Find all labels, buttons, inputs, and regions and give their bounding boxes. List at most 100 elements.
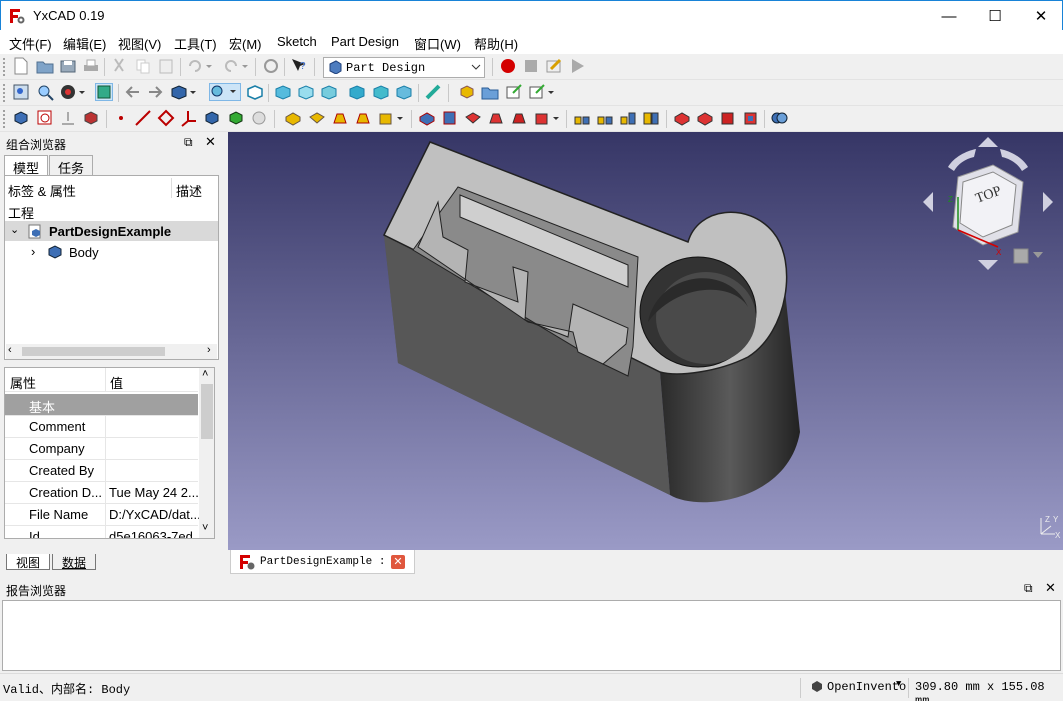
- tree-horizontal-scrollbar[interactable]: ‹ ›: [6, 344, 217, 359]
- record-macro-icon[interactable]: [499, 57, 517, 75]
- redo-icon[interactable]: [222, 57, 240, 75]
- additive-primitive-icon[interactable]: [377, 109, 395, 127]
- scrollbar-thumb[interactable]: [201, 384, 213, 439]
- pad-icon[interactable]: [284, 109, 302, 127]
- draw-style-dropdown-icon[interactable]: [77, 83, 87, 101]
- menu-view[interactable]: 视图(V): [118, 34, 161, 53]
- run-macro-icon[interactable]: [568, 57, 586, 75]
- whats-this-icon[interactable]: ?: [290, 57, 308, 75]
- top-view-icon[interactable]: [297, 83, 315, 101]
- create-group-icon[interactable]: [481, 83, 499, 101]
- cut-icon[interactable]: [110, 57, 128, 75]
- menu-edit[interactable]: 编辑(E): [63, 34, 106, 53]
- polar-pattern-icon[interactable]: [619, 109, 637, 127]
- fit-selection-icon[interactable]: [36, 83, 54, 101]
- pocket-icon[interactable]: [418, 109, 436, 127]
- std-views-dropdown-icon[interactable]: [188, 83, 198, 101]
- close-button[interactable]: ✕: [1018, 1, 1063, 31]
- float-panel-icon[interactable]: ⧉: [1024, 581, 1033, 596]
- thickness-icon[interactable]: [742, 109, 760, 127]
- tree-column-description[interactable]: 描述: [176, 181, 202, 200]
- link-dropdown-icon[interactable]: [546, 83, 556, 101]
- property-row[interactable]: Id d5e16063-7ed...: [5, 526, 201, 538]
- tree-item-body[interactable]: › Body: [5, 242, 218, 262]
- open-folder-icon[interactable]: [36, 57, 54, 75]
- document-tab[interactable]: PartDesignExample : 1 ✕: [230, 550, 415, 574]
- link-actions-icon[interactable]: [528, 83, 546, 101]
- revolution-icon[interactable]: [308, 109, 326, 127]
- property-row[interactable]: Created By: [5, 460, 198, 482]
- front-view-icon[interactable]: [274, 83, 292, 101]
- close-panel-icon[interactable]: ✕: [205, 134, 216, 150]
- paste-icon[interactable]: [157, 57, 175, 75]
- menu-sketch[interactable]: Sketch: [277, 34, 317, 49]
- rear-view-icon[interactable]: [348, 83, 366, 101]
- scroll-up-icon[interactable]: ˄: [202, 368, 208, 380]
- property-value[interactable]: Tue May 24 2...: [109, 485, 201, 500]
- chamfer-icon[interactable]: [696, 109, 714, 127]
- undo-icon[interactable]: [186, 57, 204, 75]
- print-icon[interactable]: [82, 57, 100, 75]
- boolean-icon[interactable]: [770, 109, 788, 127]
- navigation-style-selector[interactable]: OpenInvento: [827, 680, 906, 694]
- additive-loft-icon[interactable]: [331, 109, 349, 127]
- refresh-icon[interactable]: [262, 57, 280, 75]
- navigation-cube[interactable]: TOP Z X: [918, 137, 1058, 282]
- stop-macro-icon[interactable]: [522, 57, 540, 75]
- tree-item-part-design-example[interactable]: ⌄ PartDesignExample: [5, 221, 218, 241]
- property-group-header[interactable]: 基本: [5, 394, 198, 416]
- copy-icon[interactable]: [134, 57, 152, 75]
- std-views-icon[interactable]: [170, 83, 188, 101]
- forward-arrow-icon[interactable]: [146, 83, 164, 101]
- clone-shape-icon[interactable]: [250, 109, 268, 127]
- toolbar-grip[interactable]: [3, 110, 6, 128]
- maximize-button[interactable]: ☐: [972, 1, 1018, 31]
- zoom-tool-icon[interactable]: [209, 83, 241, 101]
- draw-style-icon[interactable]: [59, 83, 77, 101]
- create-part-icon[interactable]: [458, 83, 476, 101]
- tab-tasks[interactable]: 任务: [49, 155, 93, 176]
- property-row[interactable]: Comment: [5, 416, 198, 438]
- multi-transform-icon[interactable]: [642, 109, 660, 127]
- validate-sketch-icon[interactable]: [59, 109, 77, 127]
- property-value[interactable]: D:/YxCAD/dat...: [109, 507, 201, 522]
- save-icon[interactable]: [59, 57, 77, 75]
- subtractive-primitive-icon[interactable]: [533, 109, 551, 127]
- additive-pipe-icon[interactable]: [354, 109, 372, 127]
- minimize-button[interactable]: —: [926, 1, 972, 31]
- mirrored-icon[interactable]: [573, 109, 591, 127]
- menu-file[interactable]: 文件(F): [9, 34, 52, 53]
- property-row[interactable]: Creation D... Tue May 24 2...: [5, 482, 201, 504]
- 3d-viewport[interactable]: TOP Z X Z Y X: [228, 132, 1063, 550]
- tab-data[interactable]: 数据: [52, 554, 96, 570]
- toolbar-grip[interactable]: [3, 84, 6, 102]
- tab-model[interactable]: 模型: [4, 155, 48, 176]
- create-sketch-icon[interactable]: [36, 109, 54, 127]
- scroll-down-icon[interactable]: ˅: [202, 522, 208, 534]
- hole-icon[interactable]: [441, 109, 459, 127]
- float-panel-icon[interactable]: ⧉: [184, 135, 193, 150]
- edit-macro-icon[interactable]: [545, 57, 563, 75]
- additive-dropdown-icon[interactable]: [395, 109, 405, 127]
- nav-style-dropdown-icon[interactable]: ▼: [896, 679, 901, 689]
- sub-shape-binder-icon[interactable]: [227, 109, 245, 127]
- subtractive-pipe-icon[interactable]: [510, 109, 528, 127]
- draft-icon[interactable]: [719, 109, 737, 127]
- report-output-area[interactable]: [2, 600, 1061, 671]
- datum-plane-icon[interactable]: [157, 109, 175, 127]
- fit-all-icon[interactable]: [12, 83, 30, 101]
- right-view-icon[interactable]: [320, 83, 338, 101]
- chevron-right-icon[interactable]: ›: [31, 244, 35, 259]
- datum-point-icon[interactable]: [112, 109, 130, 127]
- scrollbar-thumb[interactable]: [22, 347, 165, 356]
- property-row[interactable]: File Name D:/YxCAD/dat...: [5, 504, 201, 526]
- menu-macro[interactable]: 宏(M): [229, 34, 262, 53]
- isometric-view-icon[interactable]: [246, 83, 264, 101]
- close-panel-icon[interactable]: ✕: [1045, 580, 1056, 596]
- undo-dropdown-icon[interactable]: [204, 57, 214, 75]
- close-tab-icon[interactable]: ✕: [391, 555, 405, 569]
- scroll-right-icon[interactable]: ›: [207, 344, 211, 356]
- subtractive-loft-icon[interactable]: [487, 109, 505, 127]
- menu-part-design[interactable]: Part Design: [331, 34, 399, 49]
- property-value[interactable]: d5e16063-7ed...: [109, 529, 201, 538]
